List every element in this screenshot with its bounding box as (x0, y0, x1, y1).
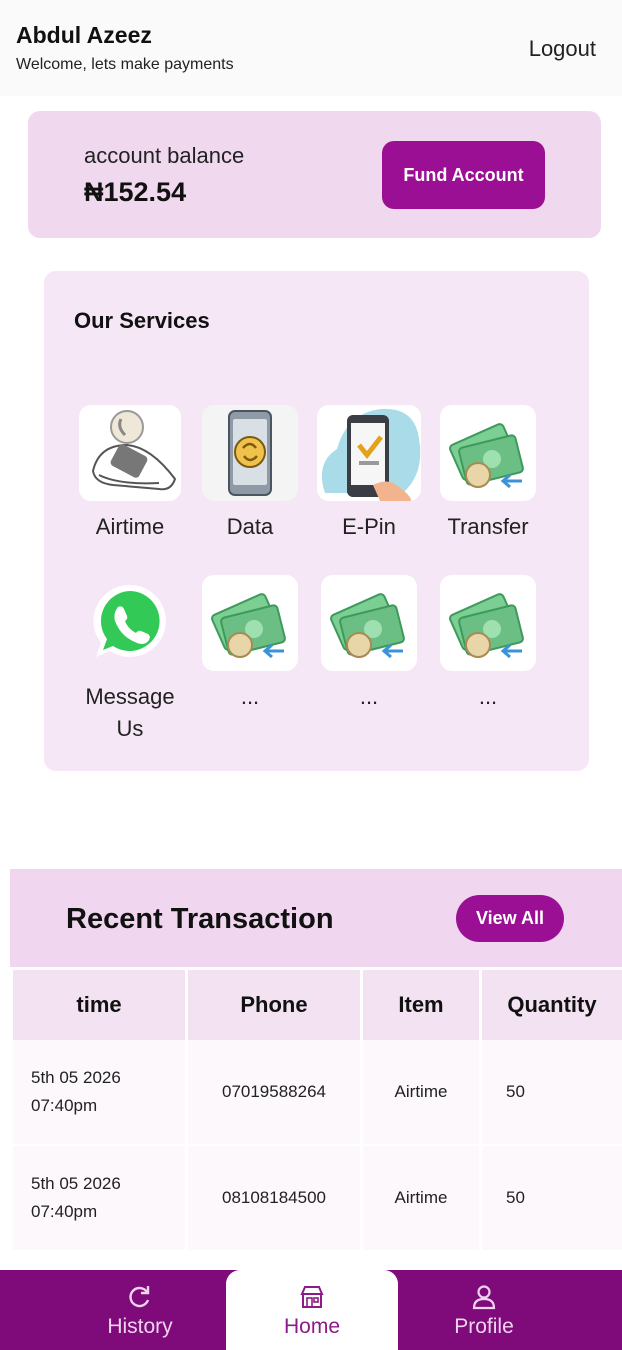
nav-label: Home (283, 1315, 341, 1338)
service-label: Airtime (95, 514, 165, 539)
cell-time-text: 07:40pm (31, 1202, 98, 1221)
recent-transactions-header: Recent Transaction View All (10, 869, 622, 967)
cell-item: Airtime (363, 1146, 479, 1252)
balance-amount: ₦152.54 (84, 177, 187, 207)
user-name: Abdul Azeez (16, 22, 152, 48)
service-more-1[interactable]: ... (195, 575, 305, 713)
service-more-2[interactable]: ... (314, 575, 424, 713)
service-message-us[interactable]: Message Us (75, 575, 185, 745)
user-icon (472, 1285, 496, 1310)
airtime-icon (79, 405, 181, 501)
whatsapp-icon (82, 575, 178, 671)
store-icon (300, 1286, 324, 1308)
transactions-table: time Phone Item Quantity 5th 05 2026 07:… (10, 970, 622, 1252)
bottom-nav: History Home Profile (0, 1270, 622, 1350)
cell-time: 5th 05 2026 07:40pm (13, 1040, 185, 1146)
cell-quantity: 50 (482, 1040, 622, 1146)
services-title: Our Services (74, 308, 210, 333)
column-header-phone: Phone (188, 970, 360, 1040)
nav-profile[interactable]: Profile (400, 1270, 568, 1350)
cell-phone: 08108184500 (188, 1146, 360, 1252)
refresh-icon (129, 1286, 150, 1308)
cell-date-text: 5th 05 2026 (31, 1068, 121, 1087)
cell-time-text: 07:40pm (31, 1096, 98, 1115)
table-row[interactable]: 5th 05 2026 07:40pm 08108184500 Airtime … (13, 1146, 622, 1252)
nav-label: Profile (454, 1315, 514, 1338)
epin-icon (317, 405, 421, 501)
service-airtime[interactable]: Airtime (75, 405, 185, 543)
balance-label: account balance (84, 143, 245, 168)
services-panel: Our Services Airtime Data E-Pin Transfer… (44, 271, 589, 771)
service-label: Message Us (85, 684, 175, 741)
cell-time: 5th 05 2026 07:40pm (13, 1146, 185, 1252)
balance-card: account balance ₦152.54 Fund Account (28, 111, 601, 238)
fund-account-button[interactable]: Fund Account (382, 141, 545, 209)
cell-quantity: 50 (482, 1146, 622, 1252)
logout-button[interactable]: Logout (529, 36, 596, 62)
data-icon (202, 405, 298, 501)
service-more-3[interactable]: ... (433, 575, 543, 713)
service-label: Transfer (447, 514, 529, 539)
service-data[interactable]: Data (195, 405, 305, 543)
column-header-item: Item (363, 970, 479, 1040)
column-header-quantity: Quantity (482, 970, 622, 1040)
app-header: Abdul Azeez Welcome, lets make payments … (0, 0, 622, 96)
service-label: ... (359, 684, 379, 709)
column-header-time: time (13, 970, 185, 1040)
nav-label: History (107, 1315, 173, 1338)
service-transfer[interactable]: Transfer (433, 405, 543, 543)
service-label: Data (226, 514, 274, 539)
service-label: E-Pin (342, 514, 396, 539)
table-header-row: time Phone Item Quantity (13, 970, 622, 1040)
welcome-text: Welcome, lets make payments (16, 56, 234, 73)
recent-transactions-title: Recent Transaction (66, 903, 334, 935)
view-all-button[interactable]: View All (456, 895, 564, 942)
money-transfer-icon (202, 575, 298, 671)
cell-item: Airtime (363, 1040, 479, 1146)
service-label: ... (240, 684, 260, 709)
money-transfer-icon (440, 405, 536, 501)
nav-home[interactable]: Home (226, 1270, 398, 1350)
table-row[interactable]: 5th 05 2026 07:40pm 07019588264 Airtime … (13, 1040, 622, 1146)
cell-date-text: 5th 05 2026 (31, 1174, 121, 1193)
service-epin[interactable]: E-Pin (314, 405, 424, 543)
nav-history[interactable]: History (56, 1270, 224, 1350)
service-label: ... (478, 684, 498, 709)
money-transfer-icon (440, 575, 536, 671)
money-transfer-icon (321, 575, 417, 671)
cell-phone: 07019588264 (188, 1040, 360, 1146)
